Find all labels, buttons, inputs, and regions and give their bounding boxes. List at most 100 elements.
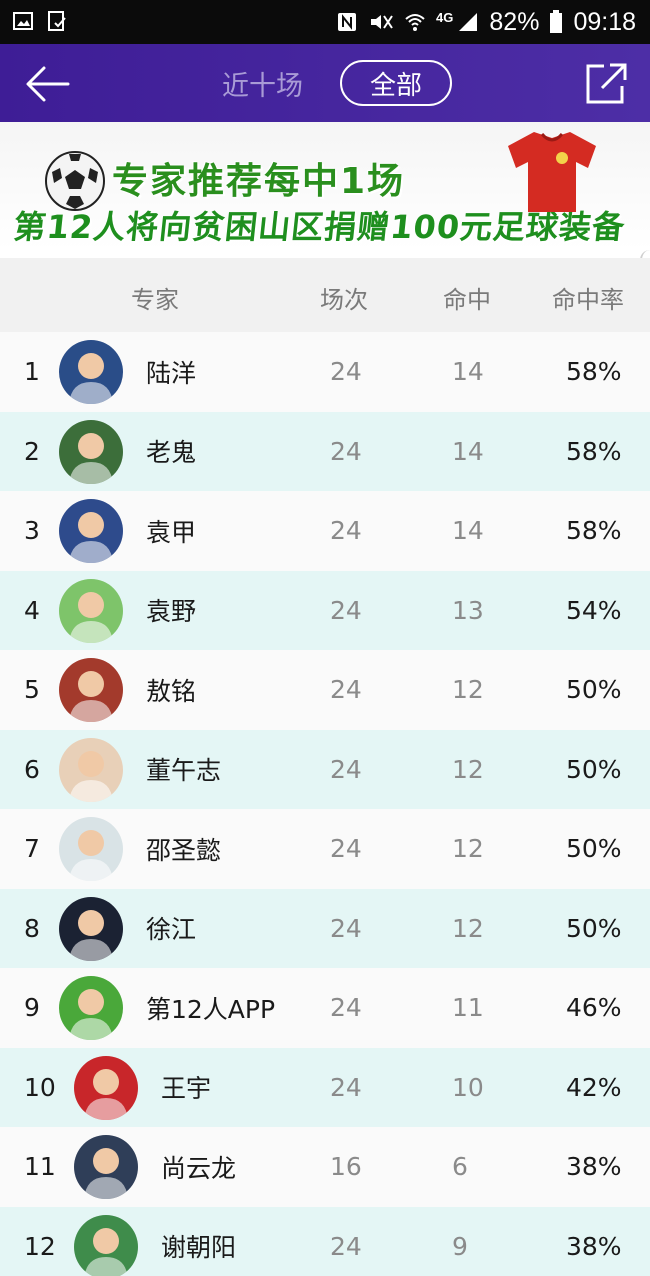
avatar[interactable] xyxy=(74,1055,138,1120)
hits-count: 14 xyxy=(452,357,484,387)
tab-recent-ten[interactable]: 近十场 xyxy=(222,64,303,103)
games-count: 24 xyxy=(330,357,362,387)
avatar[interactable] xyxy=(59,976,123,1040)
hits-count: 14 xyxy=(452,436,484,466)
games-count: 24 xyxy=(330,595,362,625)
rank-number: 9 xyxy=(24,993,40,1023)
games-count: 24 xyxy=(330,993,362,1023)
rank-number: 3 xyxy=(24,516,40,546)
table-row[interactable]: 11 尚云龙 16 6 38% xyxy=(0,1127,650,1207)
games-count: 24 xyxy=(330,436,362,466)
avatar[interactable] xyxy=(59,578,123,643)
table-row[interactable]: 5 敖铭 24 12 50% xyxy=(0,650,650,730)
expert-name[interactable]: 袁甲 xyxy=(146,491,196,571)
promo-banner[interactable]: 专家推荐每中1场 第12人将向贫困山区捐赠100元足球装备 xyxy=(0,122,650,250)
rank-number: 7 xyxy=(24,834,40,864)
share-icon[interactable] xyxy=(584,60,628,106)
hits-count: 14 xyxy=(452,516,484,546)
hits-count: 12 xyxy=(452,675,484,705)
ranking-table-header: 专家 场次 命中 命中率 xyxy=(0,258,650,332)
person-icon xyxy=(69,750,113,802)
jersey-icon xyxy=(508,132,596,212)
nfc-icon xyxy=(338,13,357,31)
person-icon xyxy=(69,432,113,484)
person-icon xyxy=(84,1148,128,1199)
hits-count: 12 xyxy=(452,913,484,943)
person-icon xyxy=(69,353,113,404)
banner-headline: 专家推荐每中1场 xyxy=(112,161,406,202)
hit-rate: 58% xyxy=(566,436,622,466)
hit-rate: 50% xyxy=(566,754,622,784)
avatar[interactable] xyxy=(59,340,123,404)
expert-name[interactable]: 老鬼 xyxy=(146,412,196,492)
rank-number: 4 xyxy=(24,595,40,625)
avatar[interactable] xyxy=(59,499,123,563)
avatar[interactable] xyxy=(59,419,123,484)
expert-name[interactable]: 尚云龙 xyxy=(161,1127,236,1207)
filter-all-button[interactable]: 全部 xyxy=(340,60,452,106)
expert-name[interactable]: 第12人APP xyxy=(146,968,275,1048)
table-row[interactable]: 6 董午志 24 12 50% xyxy=(0,729,650,810)
battery-percent: 82% xyxy=(489,7,540,36)
notification-icons xyxy=(12,10,68,32)
person-icon xyxy=(84,1227,128,1276)
expert-name[interactable]: 谢朝阳 xyxy=(161,1207,236,1276)
expert-name[interactable]: 徐江 xyxy=(146,889,196,969)
status-bar: 4G 82% 09:18 xyxy=(0,0,650,44)
person-icon xyxy=(84,1068,128,1120)
table-row[interactable]: 12 谢朝阳 24 9 38% xyxy=(0,1206,650,1276)
expert-name[interactable]: 袁野 xyxy=(146,571,196,651)
hit-rate: 50% xyxy=(566,675,622,705)
hit-rate: 46% xyxy=(566,993,622,1023)
expert-name[interactable]: 陆洋 xyxy=(146,332,196,412)
rank-number: 6 xyxy=(24,754,40,784)
hits-count: 13 xyxy=(452,595,484,625)
hit-rate: 50% xyxy=(566,834,622,864)
rank-number: 1 xyxy=(24,357,40,387)
avatar[interactable] xyxy=(74,1214,138,1276)
avatar[interactable] xyxy=(59,896,123,961)
hit-rate: 58% xyxy=(566,357,622,387)
games-count: 24 xyxy=(330,1231,362,1261)
hits-count: 10 xyxy=(452,1072,484,1102)
table-row[interactable]: 2 老鬼 24 14 58% xyxy=(0,411,650,492)
wifi-icon xyxy=(405,14,425,31)
expert-name[interactable]: 敖铭 xyxy=(146,650,196,730)
rank-number: 12 xyxy=(24,1231,56,1261)
expert-name[interactable]: 邵圣懿 xyxy=(146,809,221,889)
person-icon xyxy=(69,591,113,643)
games-count: 24 xyxy=(330,834,362,864)
person-icon xyxy=(69,989,113,1040)
hits-count: 9 xyxy=(452,1231,468,1261)
table-row[interactable]: 8 徐江 24 12 50% xyxy=(0,888,650,969)
hit-rate: 42% xyxy=(566,1072,622,1102)
avatar[interactable] xyxy=(74,1135,138,1199)
battery-icon xyxy=(550,10,563,33)
header-games: 场次 xyxy=(320,286,368,314)
table-row[interactable]: 1 陆洋 24 14 58% xyxy=(0,332,650,412)
table-row[interactable]: 7 邵圣懿 24 12 50% xyxy=(0,809,650,889)
expert-name[interactable]: 董午志 xyxy=(146,730,221,810)
expert-name[interactable]: 王宇 xyxy=(161,1048,211,1128)
hit-rate: 58% xyxy=(566,516,622,546)
rank-number: 2 xyxy=(24,436,40,466)
avatar[interactable] xyxy=(59,737,123,802)
header-rate: 命中率 xyxy=(552,286,624,314)
person-icon xyxy=(69,671,113,722)
rank-number: 5 xyxy=(24,675,40,705)
table-row[interactable]: 9 第12人APP 24 11 46% xyxy=(0,968,650,1048)
table-row[interactable]: 4 袁野 24 13 54% xyxy=(0,570,650,651)
avatar[interactable] xyxy=(59,658,123,722)
hit-rate: 38% xyxy=(566,1152,622,1182)
header-hits: 命中 xyxy=(443,286,491,314)
header-expert: 专家 xyxy=(131,286,179,314)
games-count: 24 xyxy=(330,913,362,943)
table-row[interactable]: 3 袁甲 24 14 58% xyxy=(0,491,650,571)
table-row[interactable]: 10 王宇 24 10 42% xyxy=(0,1047,650,1128)
avatar[interactable] xyxy=(59,817,123,881)
rank-number: 8 xyxy=(24,913,40,943)
back-arrow-icon[interactable] xyxy=(20,60,74,108)
network-type: 4G xyxy=(436,10,454,25)
hit-rate: 50% xyxy=(566,913,622,943)
games-count: 16 xyxy=(330,1152,362,1182)
